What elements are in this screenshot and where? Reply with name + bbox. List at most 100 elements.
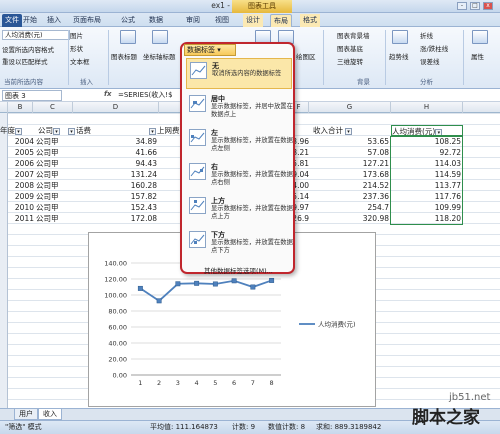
tab-layout[interactable]: 布局 xyxy=(270,14,292,27)
menu-item-desc: 显示数据标签，并放置在数据点下方 xyxy=(211,239,293,254)
sheet-tab-users[interactable]: 用户 xyxy=(14,409,38,420)
cell-phone[interactable]: 41.66 xyxy=(73,147,157,158)
chart-floor-button[interactable]: 图表基底 xyxy=(337,43,363,53)
reset-style-button[interactable]: 重设以匹配样式 xyxy=(2,56,48,66)
filter-active-icon[interactable]: ▾ xyxy=(68,127,75,135)
chart-title-icon[interactable] xyxy=(120,30,136,44)
cell-total[interactable]: 320.98 xyxy=(309,213,389,224)
column-header[interactable]: G xyxy=(309,102,391,113)
filter-dropdown-icon[interactable]: ▾ xyxy=(435,128,443,135)
cell-company[interactable]: 公司甲 xyxy=(36,158,72,169)
maximize-button[interactable]: □ xyxy=(470,2,480,10)
chart-title-button[interactable]: 图表标题 xyxy=(111,51,137,61)
cell-phone[interactable]: 152.43 xyxy=(73,202,157,213)
cell-year[interactable]: 2009 xyxy=(8,191,34,202)
menu-item-right[interactable]: 右 显示数据标签，并放置在数据点右侧 xyxy=(186,160,293,191)
tab-view[interactable]: 视图 xyxy=(212,14,232,27)
select-all-corner[interactable] xyxy=(0,102,8,113)
filter-dropdown-icon[interactable]: ▾ xyxy=(149,127,156,135)
updown-bars-button[interactable]: 涨/跌柱线 xyxy=(420,43,448,53)
tab-page-layout[interactable]: 页面布局 xyxy=(70,14,104,27)
shapes-button[interactable]: 形状 xyxy=(70,43,83,53)
filter-dropdown-icon[interactable]: ▾ xyxy=(15,127,22,135)
cell-total[interactable]: 237.36 xyxy=(309,191,389,202)
axis-title-icon[interactable] xyxy=(152,30,168,44)
cell-company[interactable]: 公司甲 xyxy=(36,213,72,224)
filter-dropdown-icon[interactable]: ▾ xyxy=(53,127,60,135)
header-cell[interactable]: ▾ 上网费 xyxy=(149,125,183,136)
header-cell[interactable]: 人均消费(元) ▾ xyxy=(391,125,463,136)
menu-item-left[interactable]: 左 显示数据标签，并放置在数据点左侧 xyxy=(186,126,293,157)
column-header[interactable]: H xyxy=(391,102,463,113)
cell-company[interactable]: 公司甲 xyxy=(36,180,72,191)
current-selection-dropdown[interactable]: 人均消费(元) xyxy=(2,30,70,40)
trendline-icon[interactable] xyxy=(392,30,408,44)
tab-formulas[interactable]: 公式 xyxy=(118,14,138,27)
tab-home[interactable]: 开始 xyxy=(20,14,40,27)
properties-icon[interactable] xyxy=(472,30,488,44)
fx-icon[interactable]: fx xyxy=(104,90,112,98)
3d-rotation-button[interactable]: 三维旋转 xyxy=(337,56,363,66)
filter-dropdown-icon[interactable]: ▾ xyxy=(345,127,352,135)
column-header[interactable]: D xyxy=(73,102,159,113)
picture-button[interactable]: 图片 xyxy=(70,30,83,40)
header-cell[interactable]: ▾ 话费 xyxy=(68,125,148,136)
cell-company[interactable]: 公司甲 xyxy=(36,202,72,213)
cell-total[interactable]: 127.21 xyxy=(309,158,389,169)
cell-phone[interactable]: 160.28 xyxy=(73,180,157,191)
cell-company[interactable]: 公司甲 xyxy=(36,191,72,202)
menu-item-below[interactable]: 下方 显示数据标签，并放置在数据点下方 xyxy=(186,228,293,259)
cell-total[interactable]: 57.08 xyxy=(309,147,389,158)
cell-year[interactable]: 2005 xyxy=(8,147,34,158)
cell-company[interactable]: 公司甲 xyxy=(36,169,72,180)
column-header[interactable]: B xyxy=(8,102,33,113)
cell-phone[interactable]: 94.43 xyxy=(73,158,157,169)
tab-format[interactable]: 格式 xyxy=(300,14,320,27)
cell-phone[interactable]: 157.82 xyxy=(73,191,157,202)
tab-design[interactable]: 设计 xyxy=(243,14,263,27)
cell-total[interactable]: 254.7 xyxy=(309,202,389,213)
error-bars-button[interactable]: 误差线 xyxy=(420,56,440,66)
data-labels-button[interactable]: 数据标签 ▾ xyxy=(184,44,236,56)
selected-range-outline xyxy=(390,136,463,225)
trendline-button[interactable]: 趋势线 xyxy=(389,51,409,61)
cell-year[interactable]: 2004 xyxy=(8,136,34,147)
header-cell[interactable]: 年度 ▾ xyxy=(0,125,33,136)
sheet-tab-income[interactable]: 收入 xyxy=(38,409,62,420)
column-header[interactable]: C xyxy=(33,102,73,113)
cell-phone[interactable]: 131.24 xyxy=(73,169,157,180)
cell-total[interactable]: 53.65 xyxy=(309,136,389,147)
tab-insert[interactable]: 插入 xyxy=(44,14,64,27)
header-cell[interactable]: 收入合计 ▾ xyxy=(313,125,385,136)
menu-item-above[interactable]: 上方 显示数据标签，并放置在数据点上方 xyxy=(186,194,293,225)
minimize-button[interactable]: - xyxy=(457,2,467,10)
chart-wall-button[interactable]: 图表背景墙 xyxy=(337,30,370,40)
cell-year[interactable]: 2006 xyxy=(8,158,34,169)
cell-year[interactable]: 2011 xyxy=(8,213,34,224)
cell-year[interactable]: 2010 xyxy=(8,202,34,213)
cell-total[interactable]: 214.52 xyxy=(309,180,389,191)
cell-phone[interactable]: 34.89 xyxy=(73,136,157,147)
tab-file[interactable]: 文件 xyxy=(2,14,22,27)
more-data-label-options[interactable]: 其他数据标签选项(M)... xyxy=(204,265,273,275)
format-selection-button[interactable]: 设置所选内容格式 xyxy=(2,44,54,54)
cell-company[interactable]: 公司甲 xyxy=(36,147,72,158)
properties-button[interactable]: 属性 xyxy=(471,51,484,61)
axis-title-button[interactable]: 坐标轴标题 xyxy=(143,51,176,61)
cell-year[interactable]: 2008 xyxy=(8,180,34,191)
menu-item-center[interactable]: 居中 显示数据标签，并居中放置在数据点上 xyxy=(186,92,293,123)
menu-item-none[interactable]: 无 取消所选内容的数据标签 xyxy=(186,58,292,89)
textbox-button[interactable]: 文本框 xyxy=(70,56,90,66)
cell-company[interactable]: 公司甲 xyxy=(36,136,72,147)
lines-button[interactable]: 折线 xyxy=(420,30,433,40)
cell-total[interactable]: 173.68 xyxy=(309,169,389,180)
tab-review[interactable]: 审阅 xyxy=(183,14,203,27)
plot-area-button[interactable]: 绘图区 xyxy=(296,51,316,61)
x-tick-label: 4 xyxy=(195,379,199,387)
name-box[interactable]: 图表 3 xyxy=(2,90,62,101)
close-button[interactable]: x xyxy=(483,2,493,10)
tab-data[interactable]: 数据 xyxy=(146,14,166,27)
cell-year[interactable]: 2007 xyxy=(8,169,34,180)
formula-input[interactable]: =SERIES(收入!$ xyxy=(118,90,173,100)
cell-phone[interactable]: 172.08 xyxy=(73,213,157,224)
